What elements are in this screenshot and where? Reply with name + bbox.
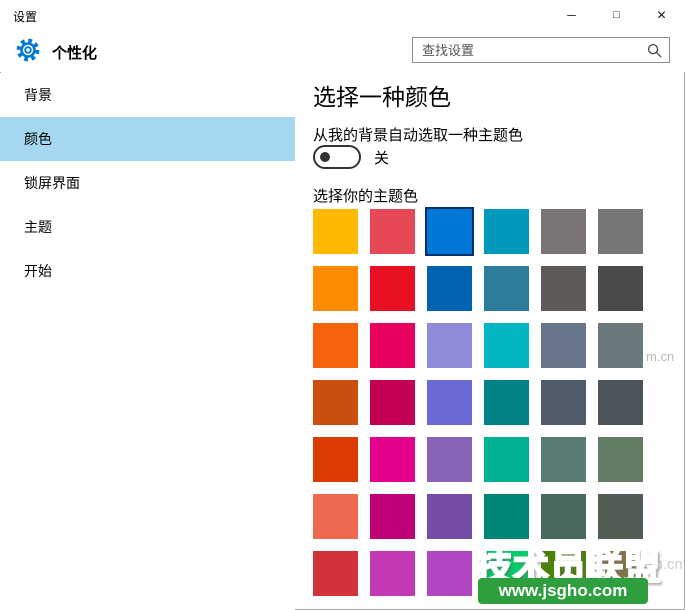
sidebar-item-颜色[interactable]: 颜色	[0, 117, 295, 161]
color-swatch[interactable]	[541, 380, 586, 425]
header: 个性化	[0, 30, 685, 72]
color-swatch[interactable]	[484, 437, 529, 482]
accent-section-label: 选择你的主题色	[313, 185, 418, 206]
toggle-knob	[320, 152, 330, 162]
color-swatch[interactable]	[598, 380, 643, 425]
color-swatch[interactable]	[313, 266, 358, 311]
sidebar-item-开始[interactable]: 开始	[0, 249, 295, 293]
color-swatch[interactable]	[427, 494, 472, 539]
color-swatch[interactable]	[598, 494, 643, 539]
color-swatch[interactable]	[427, 551, 472, 596]
color-swatch[interactable]	[370, 437, 415, 482]
color-swatch[interactable]	[313, 323, 358, 368]
color-swatch[interactable]	[484, 380, 529, 425]
color-swatch[interactable]	[484, 266, 529, 311]
color-swatch[interactable]	[598, 266, 643, 311]
color-swatch[interactable]	[541, 209, 586, 254]
color-swatch[interactable]	[370, 551, 415, 596]
color-swatch[interactable]	[370, 266, 415, 311]
auto-pick-label: 从我的背景自动选取一种主题色	[313, 124, 523, 145]
minimize-button[interactable]: ─	[549, 1, 594, 30]
watermark-faint-right: m.cn	[646, 349, 674, 364]
toggle-state-label: 关	[374, 147, 389, 168]
gear-icon	[15, 37, 41, 63]
color-swatch[interactable]	[541, 437, 586, 482]
sidebar-item-主题[interactable]: 主题	[0, 205, 295, 249]
search-input[interactable]	[413, 38, 648, 62]
color-swatch[interactable]	[484, 209, 529, 254]
maximize-button[interactable]: □	[594, 1, 639, 30]
auto-pick-toggle-row: 关	[313, 145, 389, 169]
window-title: 设置	[13, 8, 37, 25]
titlebar: 设置 ─ □ ×	[0, 0, 685, 30]
color-swatch-selected[interactable]	[427, 209, 472, 254]
color-swatch[interactable]	[370, 323, 415, 368]
main-heading: 选择一种颜色	[313, 78, 451, 112]
color-swatch[interactable]	[313, 380, 358, 425]
window-controls: ─ □ ×	[549, 1, 684, 30]
color-swatch[interactable]	[541, 494, 586, 539]
sidebar-item-锁屏界面[interactable]: 锁屏界面	[0, 161, 295, 205]
sidebar: 背景颜色锁屏界面主题开始	[0, 73, 295, 610]
main-content: 选择一种颜色 从我的背景自动选取一种主题色 关 选择你的主题色	[313, 72, 685, 610]
search-icon[interactable]	[647, 43, 662, 58]
color-swatch[interactable]	[427, 323, 472, 368]
page-title: 个性化	[52, 42, 97, 63]
search-box[interactable]	[412, 37, 670, 63]
watermark-url: www.jsgho.com	[478, 578, 648, 604]
color-swatch[interactable]	[484, 323, 529, 368]
color-swatch[interactable]	[484, 494, 529, 539]
color-swatch[interactable]	[313, 209, 358, 254]
color-swatch[interactable]	[598, 323, 643, 368]
close-button[interactable]: ×	[639, 1, 684, 30]
color-swatch[interactable]	[541, 266, 586, 311]
color-swatch[interactable]	[370, 209, 415, 254]
color-swatch[interactable]	[427, 437, 472, 482]
auto-pick-toggle[interactable]	[313, 145, 361, 169]
color-swatch[interactable]	[541, 323, 586, 368]
color-swatch[interactable]	[370, 494, 415, 539]
color-swatch[interactable]	[313, 551, 358, 596]
color-swatch[interactable]	[598, 437, 643, 482]
color-swatch[interactable]	[313, 437, 358, 482]
color-swatch[interactable]	[313, 494, 358, 539]
settings-window: 设置 ─ □ × 个性化 背景颜色锁屏界面主题开始	[0, 0, 685, 610]
color-swatch[interactable]	[598, 209, 643, 254]
color-swatch[interactable]	[427, 266, 472, 311]
color-swatch[interactable]	[427, 380, 472, 425]
color-swatch[interactable]	[370, 380, 415, 425]
sidebar-item-背景[interactable]: 背景	[0, 73, 295, 117]
